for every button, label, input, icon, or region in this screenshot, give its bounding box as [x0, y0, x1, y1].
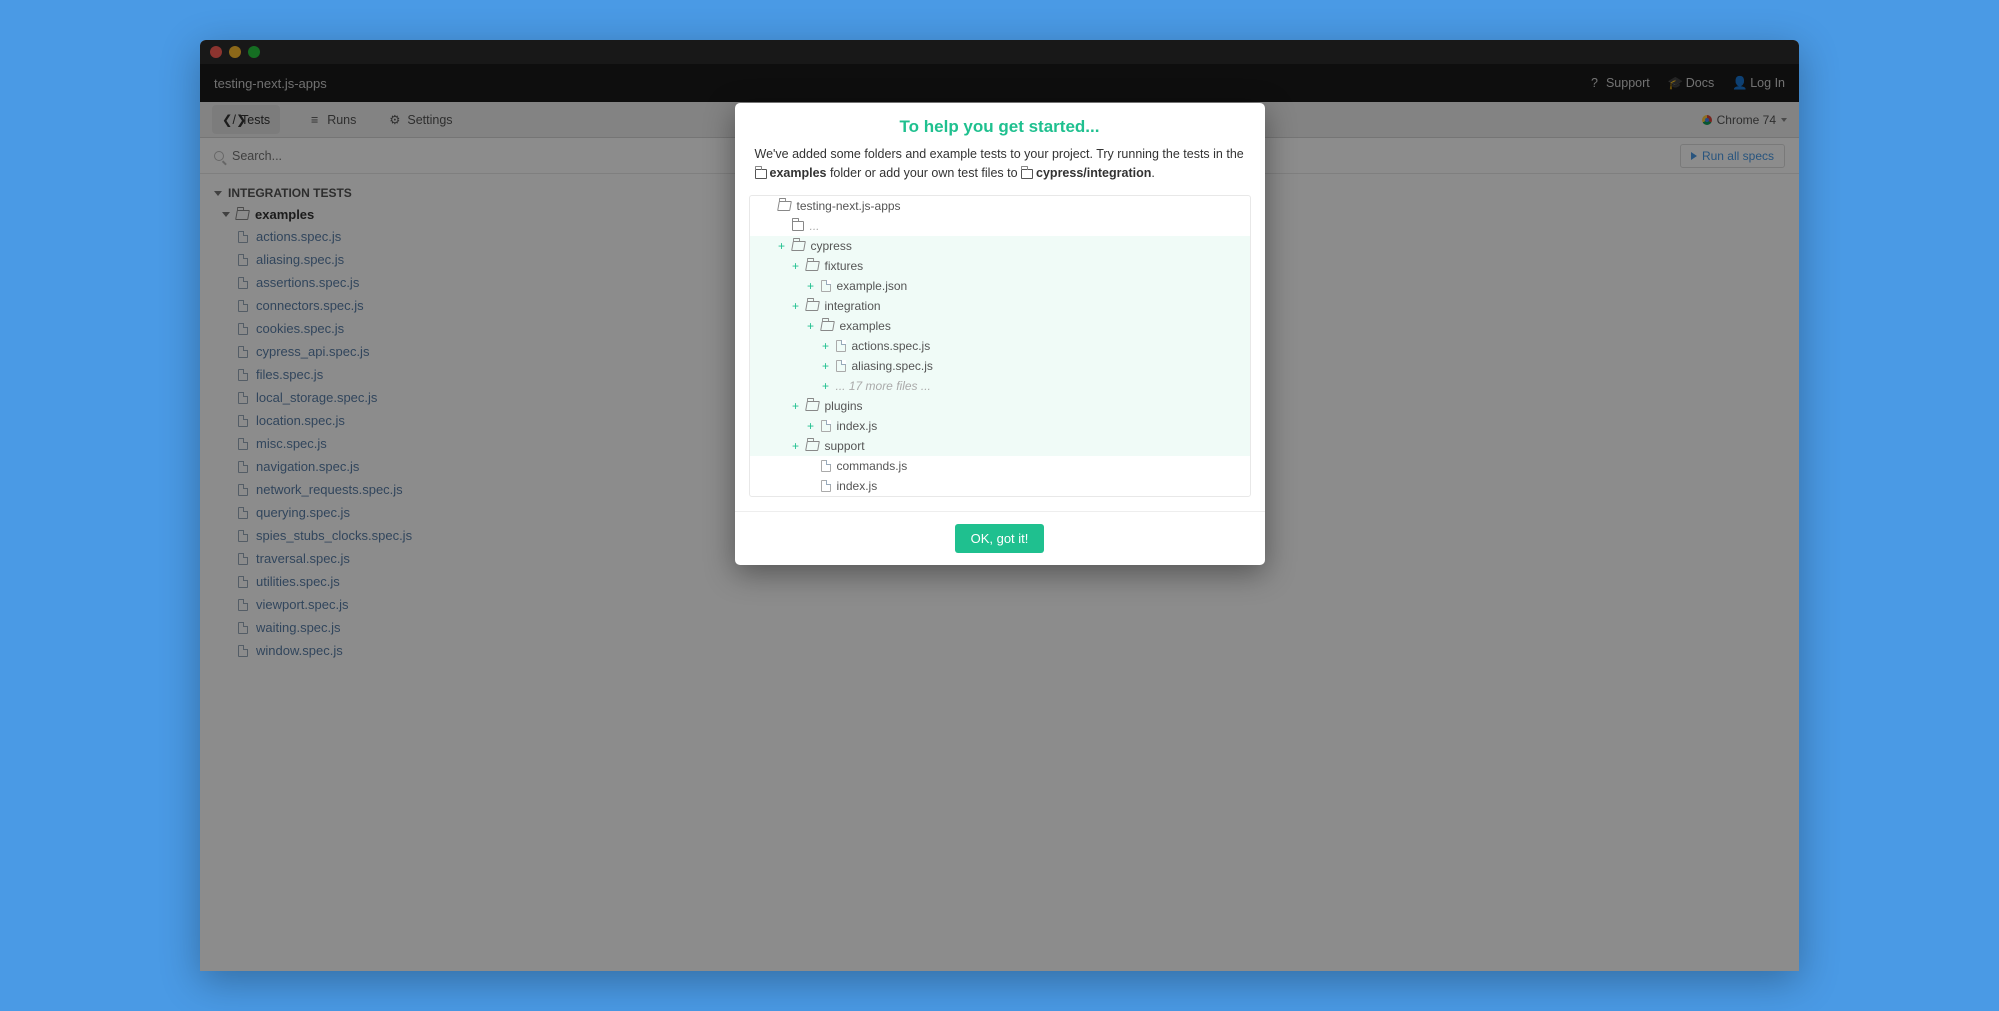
tree-support-index: index.js: [750, 476, 1250, 496]
file-icon: [821, 480, 831, 492]
file-icon: [836, 340, 846, 352]
file-icon: [821, 460, 831, 472]
scaffold-tree: testing-next.js-apps ... +cypress +fixtu…: [749, 195, 1251, 497]
folder-open-icon: [805, 441, 820, 451]
folder-open-icon: [777, 201, 792, 211]
modal-title: To help you get started...: [735, 103, 1265, 145]
tree-root: testing-next.js-apps: [750, 196, 1250, 216]
folder-icon: [792, 221, 804, 231]
folder-open-icon: [805, 301, 820, 311]
folder-icon: [755, 169, 767, 179]
file-icon: [821, 420, 831, 432]
tree-examples-folder: +examples: [750, 316, 1250, 336]
file-icon: [836, 360, 846, 372]
folder-icon: [1021, 169, 1033, 179]
modal-overlay: To help you get started... We've added s…: [200, 40, 1799, 971]
folder-open-icon: [820, 321, 835, 331]
tree-aliasing-spec: +aliasing.spec.js: [750, 356, 1250, 376]
tree-more-files: +... 17 more files ...: [750, 376, 1250, 396]
tree-cypress: +cypress: [750, 236, 1250, 256]
modal-description: We've added some folders and example tes…: [735, 145, 1265, 195]
folder-open-icon: [805, 261, 820, 271]
tree-ellipsis: ...: [750, 216, 1250, 236]
ok-got-it-button[interactable]: OK, got it!: [955, 524, 1045, 553]
onboarding-modal: To help you get started... We've added s…: [735, 103, 1265, 565]
app-window: testing-next.js-apps ? Support 🎓 Docs 👤 …: [200, 40, 1799, 971]
file-icon: [821, 280, 831, 292]
modal-footer: OK, got it!: [735, 511, 1265, 565]
tree-plugins-index: +index.js: [750, 416, 1250, 436]
tree-commands: commands.js: [750, 456, 1250, 476]
tree-actions-spec: +actions.spec.js: [750, 336, 1250, 356]
tree-support: +support: [750, 436, 1250, 456]
tree-integration: +integration: [750, 296, 1250, 316]
tree-example-json: +example.json: [750, 276, 1250, 296]
tree-fixtures: +fixtures: [750, 256, 1250, 276]
folder-open-icon: [791, 241, 806, 251]
tree-plugins: +plugins: [750, 396, 1250, 416]
folder-open-icon: [805, 401, 820, 411]
